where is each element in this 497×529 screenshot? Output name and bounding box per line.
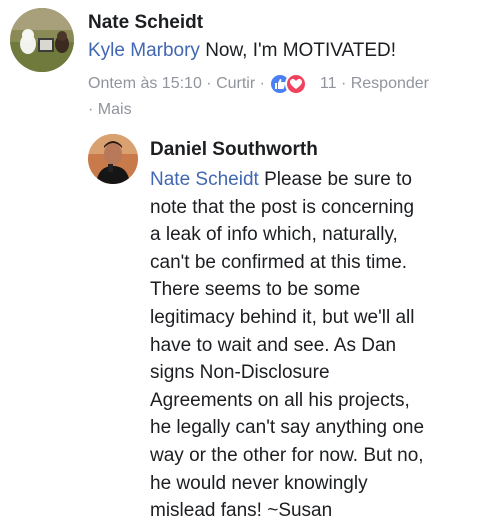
comment-text: Kyle Marbory Now, I'm MOTIVATED! bbox=[88, 40, 396, 62]
mention-nate-scheidt[interactable]: Nate Scheidt bbox=[150, 169, 259, 190]
comment-line: legitimacy behind it, but we'll all bbox=[150, 306, 415, 328]
comment-author[interactable]: Daniel Southworth bbox=[150, 139, 318, 161]
reaction-icons[interactable] bbox=[269, 72, 315, 96]
meta-separator: · bbox=[259, 75, 265, 93]
comment-line: signs Non-Disclosure bbox=[150, 362, 330, 384]
meta-separator: · bbox=[340, 75, 347, 93]
like-link[interactable]: Curtir bbox=[216, 72, 255, 96]
mention-kyle-marbory[interactable]: Kyle Marbory bbox=[88, 40, 200, 61]
meta-separator: · bbox=[88, 101, 94, 118]
more-link[interactable]: Mais bbox=[98, 100, 132, 120]
avatar-image bbox=[88, 134, 138, 184]
comment-timestamp[interactable]: Ontem às 15:10 bbox=[88, 72, 202, 96]
comment-line: he legally can't say anything one bbox=[150, 417, 425, 439]
comment-meta-line2: · Mais bbox=[88, 100, 132, 120]
avatar-nate-scheidt[interactable] bbox=[10, 8, 74, 72]
comment-line: note that the post is concerning bbox=[150, 196, 415, 218]
comment-text: Nate Scheidt Please be sure to note that… bbox=[150, 166, 490, 525]
comment-line: can't be confirmed at this time. bbox=[150, 251, 408, 273]
comment-line: Agreements on all his projects, bbox=[150, 389, 410, 411]
comment-line: he would never knowingly bbox=[150, 472, 368, 494]
comment-line: mislead fans! ~Susan bbox=[150, 500, 333, 522]
comment-line: have to wait and see. As Dan bbox=[150, 334, 397, 356]
comment-author[interactable]: Nate Scheidt bbox=[88, 12, 203, 34]
reply-link[interactable]: Responder bbox=[351, 72, 429, 96]
avatar-daniel-southworth[interactable] bbox=[88, 134, 138, 184]
comment-line-text: Please be sure to bbox=[258, 169, 412, 190]
comment-text-content: Now, I'm MOTIVATED! bbox=[205, 40, 397, 61]
comment-line: Nate Scheidt Please be sure to bbox=[150, 166, 490, 194]
reaction-count[interactable]: 11 bbox=[320, 72, 337, 96]
comment-line: There seems to be some bbox=[150, 279, 361, 301]
avatar-image bbox=[10, 8, 74, 72]
comment-line: a leak of info which, naturally, bbox=[150, 224, 398, 246]
comment-line: way or the other for now. But no, bbox=[150, 444, 424, 466]
meta-separator: · bbox=[206, 75, 212, 93]
heart-icon bbox=[285, 73, 308, 95]
comment-meta: Ontem às 15:10 · Curtir · 11 · Responder bbox=[88, 72, 429, 96]
